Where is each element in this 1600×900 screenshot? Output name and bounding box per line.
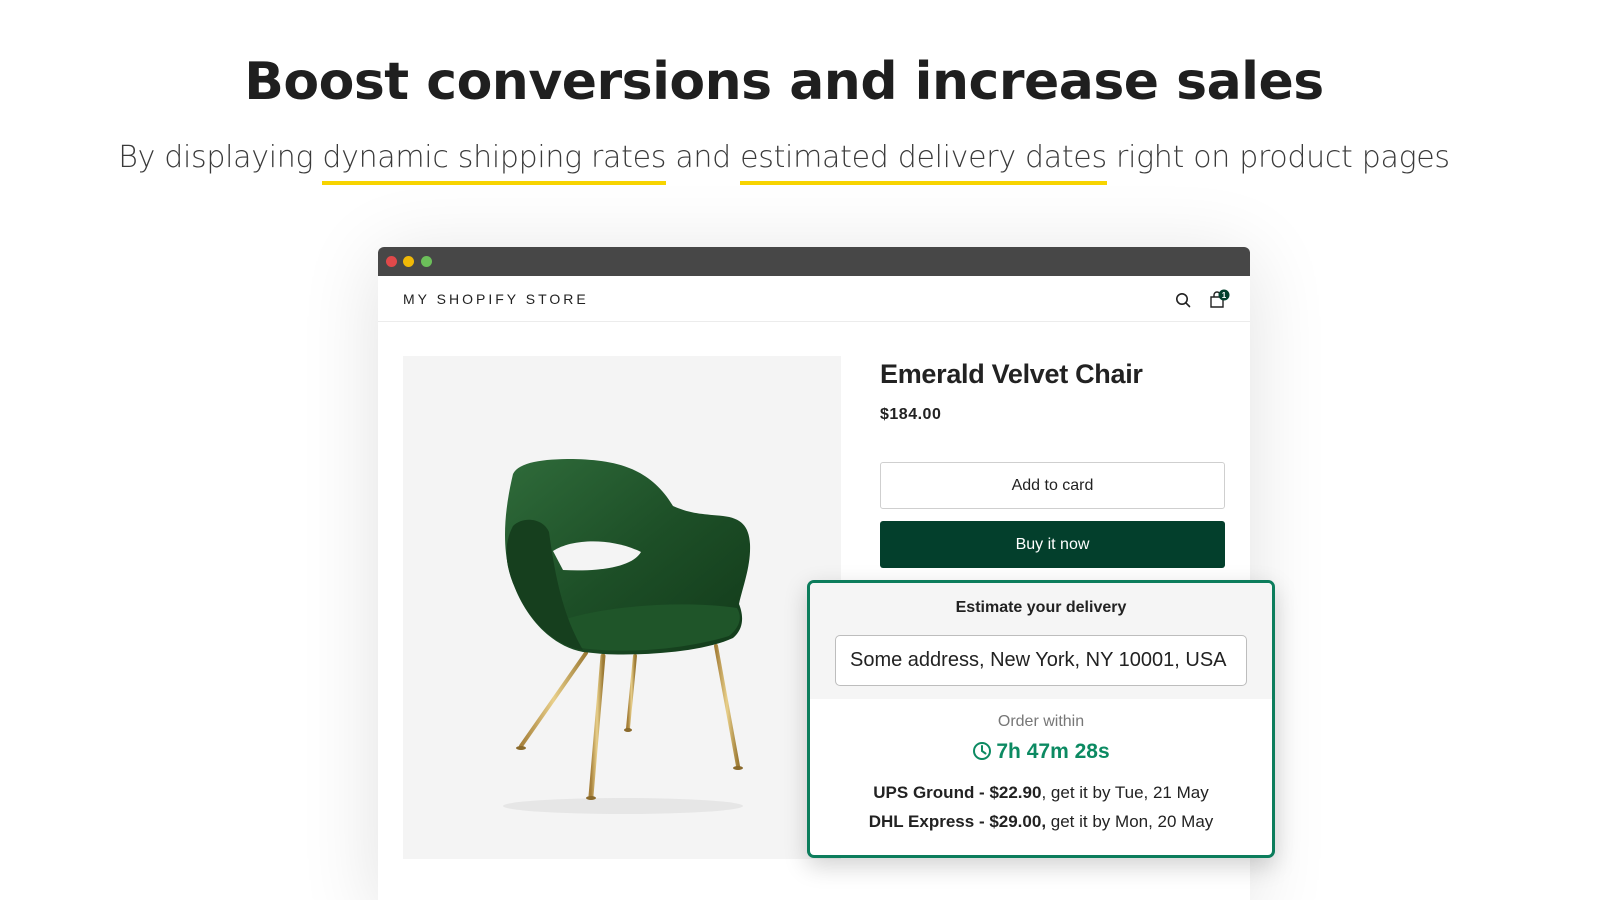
search-icon[interactable] <box>1175 292 1191 308</box>
close-window-button[interactable] <box>386 256 397 267</box>
maximize-window-button[interactable] <box>421 256 432 267</box>
clock-icon <box>973 742 992 760</box>
buy-it-now-button[interactable]: Buy it now <box>880 521 1225 568</box>
estimate-title: Estimate your delivery <box>955 599 1127 616</box>
minimize-window-button[interactable] <box>403 256 414 267</box>
shipping-rate-ups: UPS Ground - $22.90, get it by Tue, 21 M… <box>810 783 1272 803</box>
store-header: MY SHOPIFY STORE 1 <box>378 276 1250 322</box>
subheadline: By displaying dynamic shipping rates and… <box>0 140 1568 185</box>
rate-delivery-date: get it by Tue, 21 May <box>1046 783 1209 802</box>
subline-prefix: By displaying <box>118 140 323 175</box>
browser-titlebar <box>378 247 1250 276</box>
subline-middle: and <box>666 140 741 175</box>
cart-count: 1 <box>1222 291 1227 300</box>
chair-image <box>503 459 751 814</box>
store-name[interactable]: MY SHOPIFY STORE <box>403 291 589 307</box>
rate-carrier-price: UPS Ground - $22.90 <box>873 783 1042 802</box>
product-title: Emerald Velvet Chair <box>880 359 1143 389</box>
subline-suffix: right on product pages <box>1106 140 1450 175</box>
headline: Boost conversions and increase sales <box>244 52 1324 112</box>
countdown-timer: 7h 47m 28s <box>810 740 1272 764</box>
shipping-rate-dhl: DHL Express - $29.00, get it by Mon, 20 … <box>810 812 1272 832</box>
highlight-delivery-dates: estimated delivery dates <box>740 140 1107 185</box>
delivery-estimate-widget: Estimate your delivery Order within 7h 4… <box>807 580 1275 858</box>
add-to-cart-button[interactable]: Add to card <box>880 462 1225 509</box>
rate-delivery-date: get it by Mon, 20 May <box>1046 812 1214 831</box>
estimate-header: Estimate your delivery <box>810 583 1272 699</box>
rate-carrier-price: DHL Express - $29.00, <box>868 812 1047 831</box>
address-input[interactable] <box>835 635 1247 686</box>
product-image <box>403 356 841 859</box>
product-price: $184.00 <box>880 406 942 423</box>
highlight-shipping-rates: dynamic shipping rates <box>322 140 666 185</box>
countdown-value: 7h 47m 28s <box>996 740 1110 763</box>
cart-icon[interactable]: 1 <box>1209 289 1231 309</box>
order-within-label: Order within <box>997 713 1085 730</box>
